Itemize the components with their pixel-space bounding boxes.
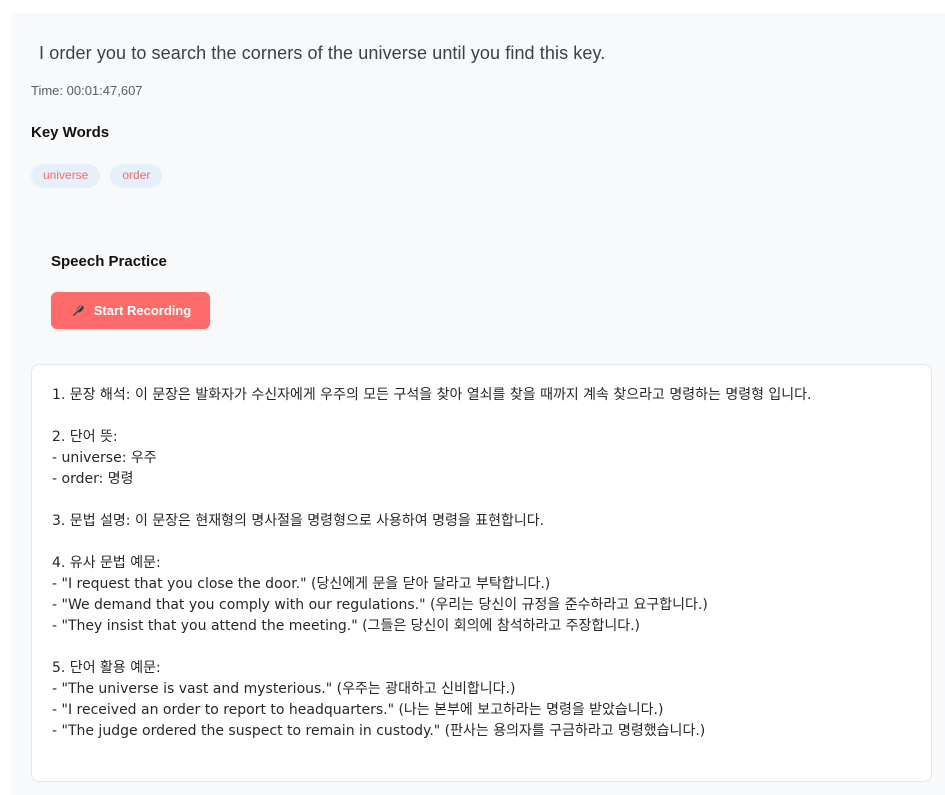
speech-practice-title: Speech Practice <box>51 253 167 270</box>
sentence-panel: I order you to search the corners of the… <box>11 13 945 795</box>
keyword-tags: universe order <box>31 164 163 188</box>
sentence-text: I order you to search the corners of the… <box>39 43 606 63</box>
start-recording-label: Start Recording <box>93 303 192 318</box>
analysis-text: 1. 문장 해석: 이 문장은 발화자가 수신자에게 우주의 모든 구석을 찾아… <box>52 387 812 739</box>
analysis-card: 1. 문장 해석: 이 문장은 발화자가 수신자에게 우주의 모든 구석을 찾아… <box>31 364 932 782</box>
keyword-tag[interactable]: universe <box>31 164 101 188</box>
timestamp: Time: 00:01:47,607 <box>31 83 143 98</box>
start-recording-button[interactable]: Start Recording <box>51 292 210 329</box>
keywords-title: Key Words <box>31 124 110 141</box>
keyword-tag[interactable]: order <box>110 164 163 188</box>
microphone-icon <box>70 303 86 319</box>
